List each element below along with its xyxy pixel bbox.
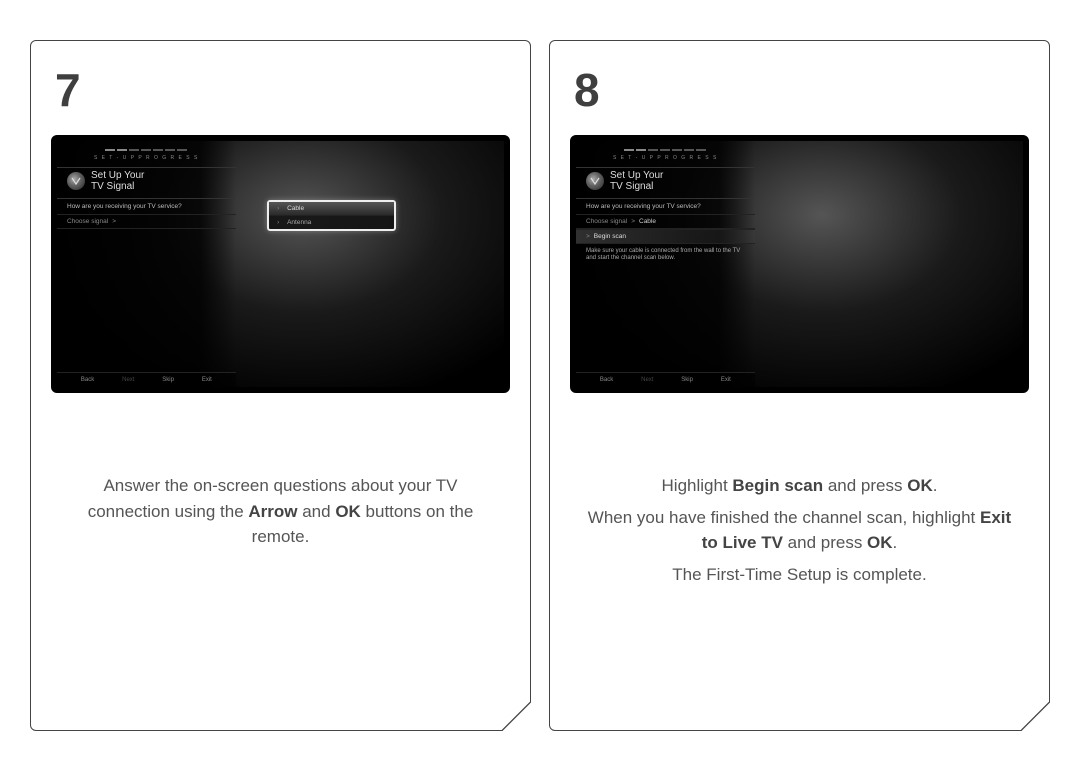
tv-nav-exit: Exit: [721, 377, 731, 383]
tv-nav-skip: Skip: [681, 377, 693, 383]
menu-title-row: Set Up Your TV Signal: [576, 167, 755, 199]
tv-nav-next: Next: [122, 377, 134, 383]
progress-label: S E T - U P P R O G R E S S: [576, 155, 755, 161]
signal-popup: Cable Antenna: [267, 200, 396, 231]
tv-nav-skip: Skip: [162, 377, 174, 383]
progress-indicator: [57, 149, 236, 151]
tv-menu-sidebar: S E T - U P P R O G R E S S Set Up Your …: [57, 141, 236, 387]
menu-info-text: Make sure your cable is connected from t…: [576, 244, 755, 266]
menu-row-choose-signal: Choose signal > Cable: [576, 214, 755, 229]
tv-nav-next: Next: [641, 377, 653, 383]
brand-logo-icon: [67, 172, 85, 190]
menu-title: Set Up Your TV Signal: [610, 170, 663, 192]
popup-option-cable: Cable: [269, 202, 394, 216]
panel-step-8: 8 S E T - U P P R O G R E S S Set Up You…: [549, 40, 1050, 731]
menu-title-row: Set Up Your TV Signal: [57, 167, 236, 199]
popup-option-antenna: Antenna: [269, 216, 394, 229]
tv-nav-back: Back: [81, 377, 94, 383]
instruction-text-step8: Highlight Begin scan and press OK. When …: [570, 473, 1029, 587]
page: 7 S E T - U P P R O G R E S S Set Up You…: [0, 0, 1080, 761]
progress-label: S E T - U P P R O G R E S S: [57, 155, 236, 161]
tv-nav-bar: Back Next Skip Exit: [57, 372, 236, 387]
step-number-7: 7: [55, 63, 510, 117]
progress-indicator: [576, 149, 755, 151]
tv-menu-sidebar: S E T - U P P R O G R E S S Set Up Your …: [576, 141, 755, 387]
menu-question: How are you receiving your TV service?: [57, 199, 236, 214]
menu-question: How are you receiving your TV service?: [576, 199, 755, 214]
brand-logo-icon: [586, 172, 604, 190]
instruction-text-step7: Answer the on-screen questions about you…: [51, 473, 510, 550]
tv-nav-exit: Exit: [202, 377, 212, 383]
tv-nav-bar: Back Next Skip Exit: [576, 372, 755, 387]
tv-nav-back: Back: [600, 377, 613, 383]
step-number-8: 8: [574, 63, 1029, 117]
menu-title: Set Up Your TV Signal: [91, 170, 144, 192]
tv-screenshot-step7: S E T - U P P R O G R E S S Set Up Your …: [51, 135, 510, 393]
menu-row-choose-signal: Choose signal >: [57, 214, 236, 229]
tv-screenshot-step8: S E T - U P P R O G R E S S Set Up Your …: [570, 135, 1029, 393]
panel-step-7: 7 S E T - U P P R O G R E S S Set Up You…: [30, 40, 531, 731]
menu-row-begin-scan: > Begin scan: [576, 229, 755, 244]
